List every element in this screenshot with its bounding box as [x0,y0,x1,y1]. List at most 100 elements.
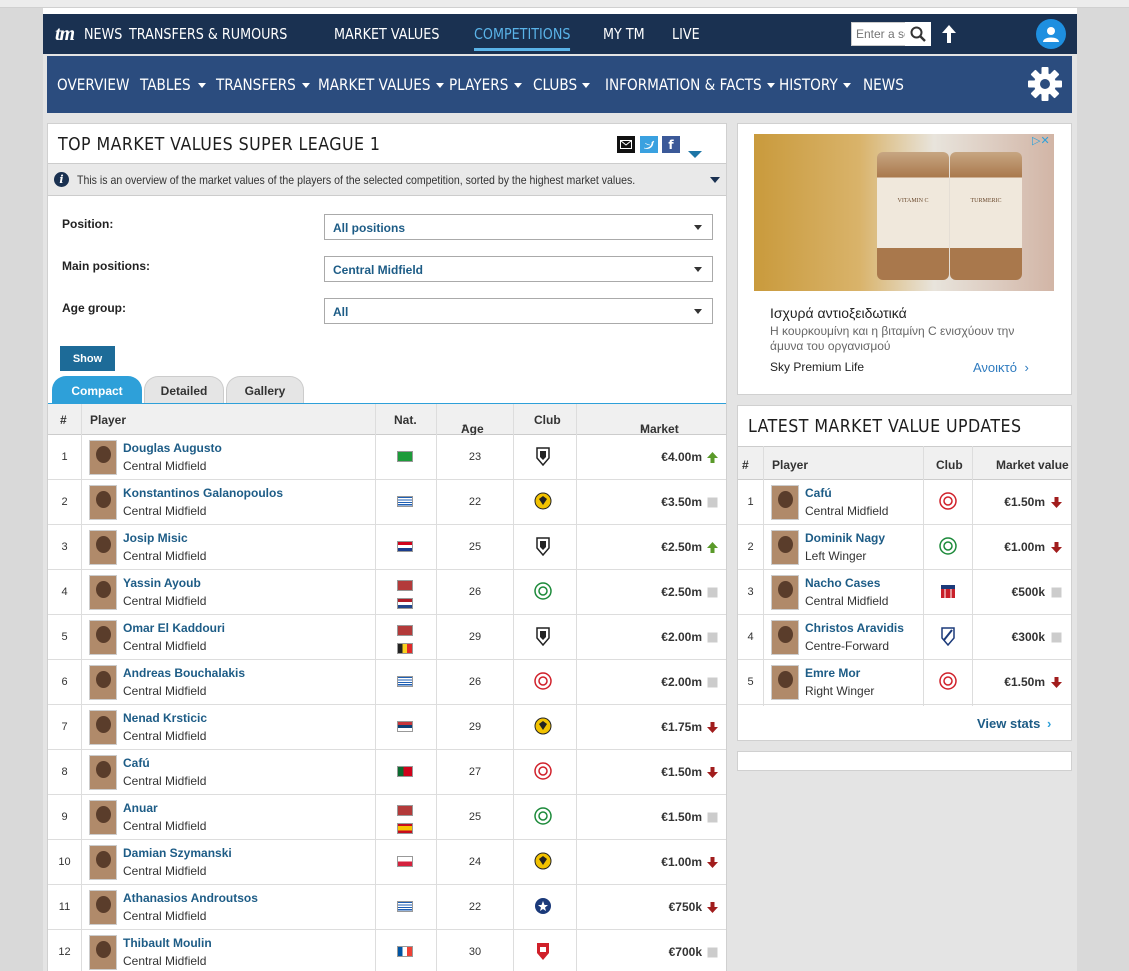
gear-icon[interactable] [1027,66,1063,102]
club-crest-paok-icon[interactable] [534,626,552,647]
player-photo[interactable] [89,575,117,610]
market-value[interactable]: €1.50m [661,765,702,779]
player-name-link[interactable]: Nacho Cases [805,576,880,590]
subnav-clubs[interactable]: CLUBS [533,75,605,94]
subnav-information-facts[interactable]: INFORMATION & FACTS [605,75,779,94]
player-photo[interactable] [89,530,117,565]
top-nav-live[interactable]: LIVE [672,25,700,43]
player-name-link[interactable]: Christos Aravidis [805,621,904,635]
player-name-link[interactable]: Thibault Moulin [123,936,212,950]
market-value[interactable]: €2.00m [661,630,702,644]
player-name-link[interactable]: Cafú [123,756,150,770]
player-name-link[interactable]: Emre Mor [805,666,860,680]
player-name-link[interactable]: Omar El Kaddouri [123,621,225,635]
player-name-link[interactable]: Anuar [123,801,158,815]
advertisement[interactable]: VITAMIN C TURMERIC ▷✕ Ισχυρά αντιοξειδωτ… [737,123,1072,395]
club-crest-olympiacos-icon[interactable] [534,671,552,691]
player-photo[interactable] [771,575,799,610]
player-name-link[interactable]: Cafú [805,486,832,500]
market-value[interactable]: €2.00m [661,675,702,689]
club-crest-olympiacos-icon[interactable] [534,761,552,781]
club-crest-aek-icon[interactable] [534,851,552,871]
subnav-transfers[interactable]: TRANSFERS [216,75,318,94]
club-crest-olympiacos-icon[interactable] [939,671,957,691]
filter-age-group-select[interactable]: All [324,298,713,324]
show-button[interactable]: Show [60,346,115,371]
player-name-link[interactable]: Athanasios Androutsos [123,891,258,905]
player-name-link[interactable]: Konstantinos Galanopoulos [123,486,283,500]
market-value[interactable]: €3.50m [661,495,702,509]
market-value[interactable]: €4.00m [661,450,702,464]
top-nav-news[interactable]: NEWS [84,25,122,43]
club-crest-aek-icon[interactable] [534,716,552,736]
market-value[interactable]: €2.50m [661,540,702,554]
top-nav-market-values[interactable]: MARKET VALUES [334,25,439,43]
player-photo[interactable] [89,440,117,475]
top-nav-transfers[interactable]: TRANSFERS & RUMOURS [129,25,287,43]
player-name-link[interactable]: Douglas Augusto [123,441,222,455]
user-avatar-button[interactable] [1036,19,1066,49]
player-name-link[interactable]: Andreas Bouchalakis [123,666,245,680]
club-crest-paok-icon[interactable] [534,536,552,557]
tab-compact[interactable]: Compact [52,376,142,404]
market-value[interactable]: €750k [669,900,702,914]
subnav-history[interactable]: HISTORY [779,75,863,94]
top-nav-my-tm[interactable]: MY TM [603,25,645,43]
subnav-tables[interactable]: TABLES [140,75,216,94]
club-crest-panathinaikos-icon[interactable] [534,806,552,826]
share-email-button[interactable] [617,136,635,153]
ad-image[interactable]: VITAMIN C TURMERIC ▷✕ [754,134,1054,291]
player-photo[interactable] [89,665,117,700]
player-photo[interactable] [89,620,117,655]
ad-open-link[interactable]: Ανοικτό › [973,360,1029,375]
player-name-link[interactable]: Dominik Nagy [805,531,885,545]
player-photo[interactable] [771,485,799,520]
arrow-up-icon[interactable] [941,24,957,44]
player-photo[interactable] [771,620,799,655]
site-logo[interactable]: tm [55,23,75,46]
subnav-overview[interactable]: OVERVIEW [57,75,140,94]
filter-main-position-select[interactable]: Central Midfield [324,256,713,282]
club-crest-paok-icon[interactable] [534,446,552,467]
player-photo[interactable] [89,800,117,835]
player-photo[interactable] [89,710,117,745]
club-crest-aek-icon[interactable] [534,491,552,511]
top-nav-competitions[interactable]: COMPETITIONS [473,25,571,51]
player-photo[interactable] [89,935,117,970]
player-photo[interactable] [771,665,799,700]
chevron-down-icon[interactable] [688,151,702,158]
search-button[interactable] [905,22,931,46]
club-crest-panathinaikos-icon[interactable] [534,581,552,601]
share-facebook-button[interactable]: f [662,136,680,153]
player-photo[interactable] [771,530,799,565]
club-crest-volos-icon[interactable] [939,581,957,601]
club-crest-olympiacos-icon[interactable] [939,491,957,511]
market-value[interactable]: €1.75m [661,720,702,734]
share-twitter-button[interactable] [640,136,658,153]
market-value[interactable]: €700k [669,945,702,959]
tab-detailed[interactable]: Detailed [144,376,224,404]
club-crest-panathinaikos-icon[interactable] [939,536,957,556]
subnav-market-values[interactable]: MARKET VALUES [318,75,449,94]
player-name-link[interactable]: Josip Misic [123,531,188,545]
player-name-link[interactable]: Damian Szymanski [123,846,232,860]
market-value[interactable]: €1.50m [661,810,702,824]
player-photo[interactable] [89,890,117,925]
adchoices-icon[interactable]: ▷✕ [1032,134,1054,148]
chevron-down-icon[interactable] [710,177,720,183]
market-value[interactable]: €1.00m [661,855,702,869]
club-crest-atromitos-icon[interactable] [534,896,552,916]
market-value[interactable]: €2.50m [661,585,702,599]
tab-gallery[interactable]: Gallery [226,376,304,404]
club-crest-xanthi-icon[interactable] [534,941,552,961]
player-photo[interactable] [89,755,117,790]
player-name-link[interactable]: Yassin Ayoub [123,576,201,590]
view-stats-link[interactable]: View stats › [977,716,1051,731]
club-crest-pas-giannina-icon[interactable] [939,626,957,647]
subnav-news[interactable]: NEWS [863,75,923,94]
subnav-players[interactable]: PLAYERS [449,75,533,94]
player-photo[interactable] [89,485,117,520]
filter-position-select[interactable]: All positions [324,214,713,240]
player-name-link[interactable]: Nenad Krsticic [123,711,207,725]
player-photo[interactable] [89,845,117,880]
